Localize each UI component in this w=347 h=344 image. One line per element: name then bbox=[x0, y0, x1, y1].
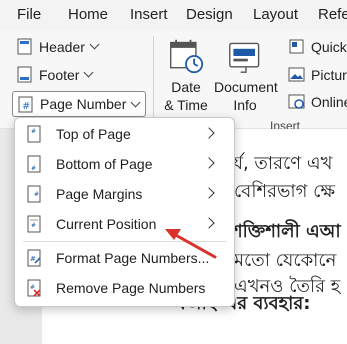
menu-item-label: Format Page Numbers... bbox=[56, 250, 210, 266]
online-label: Online bbox=[311, 93, 347, 110]
footer-label: Footer bbox=[39, 66, 80, 83]
menu-item-bottom-of-page[interactable]: # Bottom of Page bbox=[15, 149, 234, 179]
date-time-label-2: & Time bbox=[164, 97, 208, 113]
footer-button[interactable]: Footer bbox=[16, 66, 94, 83]
ribbon-divider bbox=[153, 36, 154, 120]
chevron-right-icon bbox=[203, 157, 215, 169]
menu-item-current-position[interactable]: # Current Position bbox=[15, 209, 234, 239]
page-top-icon: # bbox=[27, 125, 41, 143]
doc-line: কর্য, তারণে এখ bbox=[220, 153, 333, 174]
menu-item-remove-page-numbers[interactable]: # Remove Page Numbers bbox=[15, 273, 234, 303]
pictures-icon bbox=[288, 67, 305, 82]
tab-insert[interactable]: Insert bbox=[130, 6, 168, 23]
calendar-clock-icon bbox=[170, 39, 204, 74]
menu-item-label: Bottom of Page bbox=[56, 156, 153, 172]
page-number-button[interactable]: # Page Number bbox=[12, 91, 147, 117]
header-button[interactable]: Header bbox=[16, 38, 100, 55]
page-number-dropdown: # Top of Page # Bottom of Page # Page Ma… bbox=[14, 117, 235, 307]
header-label: Header bbox=[39, 38, 85, 55]
tab-file[interactable]: File bbox=[17, 6, 41, 23]
chevron-right-icon bbox=[203, 217, 215, 229]
page-bottom-icon: # bbox=[27, 155, 41, 173]
chevron-down-icon bbox=[89, 39, 100, 50]
online-pictures-icon bbox=[288, 94, 305, 109]
svg-text:#: # bbox=[31, 222, 36, 229]
quick-parts-label: Quick bbox=[311, 38, 347, 55]
document-info-label-1: Document bbox=[214, 79, 278, 95]
format-page-numbers-icon: # bbox=[27, 249, 41, 267]
date-time-button[interactable]: Date & Time bbox=[160, 36, 212, 116]
tab-references[interactable]: Refe bbox=[318, 6, 347, 23]
svg-text:#: # bbox=[30, 255, 36, 263]
pictures-label: Picture bbox=[311, 66, 347, 83]
document-info-icon bbox=[229, 42, 260, 73]
svg-text:#: # bbox=[31, 128, 36, 135]
menu-item-page-margins[interactable]: # Page Margins bbox=[15, 179, 234, 209]
online-pictures-button[interactable]: Online bbox=[288, 93, 347, 110]
quick-parts-button[interactable]: Quick bbox=[288, 38, 347, 55]
footer-icon bbox=[17, 66, 32, 83]
page-number-icon: # bbox=[18, 96, 33, 112]
svg-text:#: # bbox=[22, 101, 30, 112]
menu-item-top-of-page[interactable]: # Top of Page bbox=[15, 119, 234, 149]
date-time-label-1: Date bbox=[171, 79, 201, 95]
menu-separator bbox=[23, 241, 226, 242]
menu-item-label: Top of Page bbox=[56, 126, 131, 142]
document-info-label-2: Info bbox=[233, 97, 257, 113]
svg-text:#: # bbox=[34, 191, 39, 198]
remove-page-numbers-icon: # bbox=[27, 279, 41, 297]
page-number-label: Page Number bbox=[40, 96, 127, 112]
pictures-button[interactable]: Picture bbox=[288, 66, 347, 83]
menu-item-label: Remove Page Numbers bbox=[56, 280, 206, 296]
svg-text:#: # bbox=[31, 165, 36, 172]
menu-item-format-page-numbers[interactable]: # Format Page Numbers... bbox=[15, 243, 234, 273]
chevron-right-icon bbox=[203, 127, 215, 139]
chevron-right-icon bbox=[203, 187, 215, 199]
chevron-down-icon bbox=[84, 67, 94, 78]
tab-design[interactable]: Design bbox=[186, 6, 233, 23]
doc-line: বেশিরভাগ ক্ষে bbox=[234, 181, 336, 202]
tab-home[interactable]: Home bbox=[68, 6, 108, 23]
menu-item-label: Current Position bbox=[56, 216, 157, 232]
menu-item-label: Page Margins bbox=[56, 186, 143, 202]
current-position-icon: # bbox=[27, 215, 41, 233]
menu-bar: File Home Insert Design Layout Refe bbox=[0, 0, 347, 30]
header-icon bbox=[17, 38, 32, 55]
ribbon: Header Footer # Page Number Date & Time … bbox=[0, 30, 347, 133]
doc-line: শক্তিশালী এআ bbox=[232, 221, 341, 242]
tab-layout[interactable]: Layout bbox=[253, 6, 298, 23]
quick-parts-icon bbox=[289, 39, 304, 54]
chevron-down-icon bbox=[130, 97, 141, 107]
document-info-button[interactable]: Document Info bbox=[214, 36, 278, 116]
page-margins-icon: # bbox=[27, 185, 41, 203]
